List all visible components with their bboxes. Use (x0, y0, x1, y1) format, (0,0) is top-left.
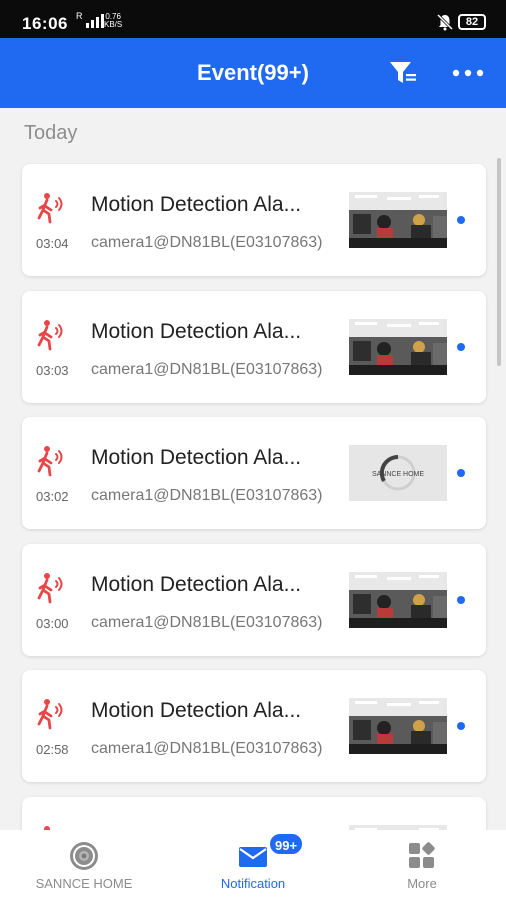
unread-dot (457, 469, 465, 477)
scrollbar[interactable] (497, 158, 501, 366)
motion-alarm-icon (37, 572, 67, 604)
event-time: 03:00 (36, 615, 69, 631)
tab-label: Notification (220, 876, 286, 891)
event-camera: camera1@DN81BL(E03107863) (91, 613, 323, 631)
tab-label: More (407, 876, 437, 891)
tab-label: SANNCE HOME (35, 876, 133, 891)
event-card[interactable]: 03:03 Motion Detection Ala... camera1@DN81… (22, 290, 486, 403)
event-thumbnail[interactable] (349, 571, 447, 628)
event-camera: camera1@DN81BL(E03107863) (91, 487, 323, 504)
tab-sannce-home[interactable]: SANNCE HOME (0, 830, 168, 900)
event-time: 03:03 (36, 362, 69, 378)
status-time: 16:06 (22, 14, 68, 33)
event-card[interactable] (22, 796, 486, 830)
event-thumbnail[interactable]: SANNCE HOME (349, 445, 447, 501)
grid-icon (409, 842, 435, 868)
event-list[interactable]: Today 03:04 Motion Detection Ala... camera… (0, 108, 506, 830)
motion-alarm-icon (37, 192, 67, 224)
notification-badge: 99+ (268, 832, 305, 856)
signal-icon: R (76, 11, 83, 21)
network-speed-unit: KB/S (104, 20, 123, 29)
unread-dot (457, 342, 465, 351)
event-card[interactable]: 03:00 Motion Detection Ala... camera1@DN81… (22, 543, 486, 656)
event-card[interactable]: 03:02 Motion Detection Ala... camera1@DN81… (22, 417, 486, 529)
event-time: 03:02 (36, 489, 69, 504)
event-thumbnail[interactable] (349, 192, 447, 248)
unread-dot (457, 722, 465, 730)
event-title: Motion Detection Ala... (91, 446, 302, 469)
filter-icon[interactable] (389, 60, 417, 86)
section-label-today: Today (24, 122, 78, 144)
mute-icon (436, 13, 454, 31)
tab-notification[interactable]: Notification (169, 830, 337, 900)
camera-lens-icon (70, 842, 98, 870)
event-time: 03:04 (36, 236, 69, 251)
motion-alarm-icon (37, 445, 67, 477)
motion-alarm-icon (37, 698, 67, 730)
mail-icon (239, 847, 267, 867)
page-title: Event(99+) (197, 60, 309, 85)
event-camera: camera1@DN81BL(E03107863) (91, 740, 323, 757)
more-icon[interactable] (451, 60, 485, 86)
unread-dot (457, 216, 465, 224)
bottom-tab-bar: SANNCE HOME Notification More (0, 830, 506, 900)
motion-alarm-icon (37, 319, 67, 351)
event-card[interactable]: 03:04 Motion Detection Ala... camera1@DN81… (22, 164, 486, 276)
event-camera: camera1@DN81BL(E03107863) (91, 234, 323, 251)
unread-dot (457, 595, 465, 604)
signal-bars (86, 14, 104, 28)
event-title: Motion Detection Ala... (91, 193, 302, 216)
app-header: Event(99+) (0, 38, 506, 108)
event-title: Motion Detection Ala... (91, 319, 302, 343)
network-speed: 0.76 KB/S (104, 13, 122, 29)
event-card[interactable]: 02:58 Motion Detection Ala... camera1@DN81… (22, 670, 486, 782)
svg-text:SANNCE HOME: SANNCE HOME (372, 471, 424, 478)
battery-icon: 82 (458, 14, 486, 30)
event-title: Motion Detection Ala... (91, 699, 302, 722)
event-camera: camera1@DN81BL(E03107863) (91, 360, 323, 378)
event-time: 02:58 (36, 742, 69, 757)
event-thumbnail[interactable] (349, 698, 447, 754)
tab-more[interactable]: More (338, 830, 506, 900)
event-thumbnail[interactable] (349, 318, 447, 375)
status-bar: 16:06 R 0.76 KB/S 82 (0, 0, 506, 38)
event-title: Motion Detection Ala... (91, 572, 302, 596)
